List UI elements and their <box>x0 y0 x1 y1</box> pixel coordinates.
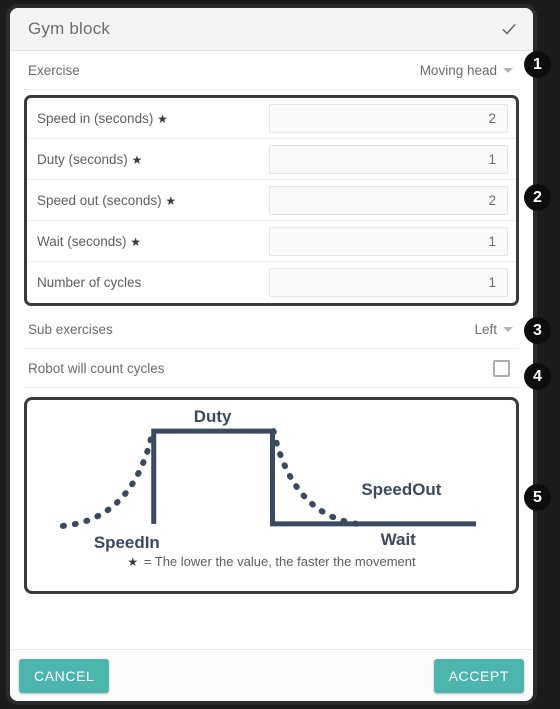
field-row-duty[interactable]: Duty (seconds) ★ 1 <box>27 139 516 180</box>
field-label: Speed in (seconds) ★ <box>37 110 168 126</box>
sub-exercises-row[interactable]: Sub exercises Left <box>24 310 519 349</box>
exercise-value: Moving head <box>419 62 497 78</box>
field-row-speed-in[interactable]: Speed in (seconds) ★ 2 <box>27 98 516 139</box>
exercise-label: Exercise <box>28 62 80 78</box>
speed-in-curve <box>59 428 156 529</box>
count-cycles-label: Robot will count cycles <box>28 360 165 376</box>
speed-in-label: SpeedIn <box>94 533 160 552</box>
count-cycles-checkbox[interactable] <box>493 359 510 377</box>
wait-input[interactable]: 1 <box>269 226 508 256</box>
parameters-group: Speed in (seconds) ★ 2 Duty (seconds) ★ … <box>24 95 519 306</box>
count-cycles-row[interactable]: Robot will count cycles <box>24 349 519 388</box>
speed-out-curve <box>270 428 370 528</box>
wait-label: Wait <box>381 530 417 549</box>
cancel-button[interactable]: CANCEL <box>19 658 110 693</box>
duty-input[interactable]: 1 <box>269 144 508 174</box>
annotation-badge-2: 2 <box>524 184 551 211</box>
page-title: Gym block <box>28 19 111 38</box>
field-label: Speed out (seconds) ★ <box>37 192 177 208</box>
field-label: Number of cycles <box>37 275 142 290</box>
chevron-down-icon <box>503 326 513 332</box>
pulse-path <box>151 428 477 527</box>
waveform-svg: Duty SpeedIn SpeedOut Wait <box>59 407 477 552</box>
field-row-wait[interactable]: Wait (seconds) ★ 1 <box>27 221 516 262</box>
field-row-number-of-cycles[interactable]: Number of cycles 1 <box>27 262 516 303</box>
sub-exercises-value: Left <box>474 321 497 337</box>
diagram-footnote-text: = The lower the value, the faster the mo… <box>143 554 416 569</box>
duty-label: Duty <box>194 407 232 426</box>
annotation-badge-3: 3 <box>524 317 551 344</box>
gym-block-dialog: Gym block Exercise Moving head Speed in … <box>6 4 537 705</box>
waveform-diagram: Duty SpeedIn SpeedOut Wait ★ = The lower… <box>24 397 519 594</box>
accept-button[interactable]: ACCEPT <box>433 658 524 693</box>
check-icon[interactable] <box>499 19 519 39</box>
dialog-body: Exercise Moving head Speed in (seconds) … <box>10 51 533 649</box>
sub-exercises-dropdown[interactable]: Left <box>474 322 515 337</box>
speed-out-label: SpeedOut <box>361 480 441 499</box>
sub-exercises-label: Sub exercises <box>28 321 113 337</box>
exercise-row[interactable]: Exercise Moving head <box>24 51 519 90</box>
number-of-cycles-input[interactable]: 1 <box>269 268 508 297</box>
dialog-footer: CANCEL ACCEPT <box>10 649 533 701</box>
speed-out-input[interactable]: 2 <box>269 185 508 215</box>
diagram-footnote: ★ = The lower the value, the faster the … <box>27 554 516 569</box>
annotation-badge-4: 4 <box>524 363 551 390</box>
star-glyph: ★ <box>127 555 139 569</box>
speed-in-input[interactable]: 2 <box>269 103 508 133</box>
field-label: Wait (seconds) ★ <box>37 233 142 249</box>
exercise-dropdown[interactable]: Moving head <box>420 63 515 78</box>
annotation-badge-5: 5 <box>524 484 551 511</box>
field-label: Duty (seconds) ★ <box>37 151 143 167</box>
annotation-badge-1: 1 <box>524 51 551 78</box>
chevron-down-icon <box>503 67 513 73</box>
field-row-speed-out[interactable]: Speed out (seconds) ★ 2 <box>27 180 516 221</box>
dialog-header: Gym block <box>10 8 533 51</box>
